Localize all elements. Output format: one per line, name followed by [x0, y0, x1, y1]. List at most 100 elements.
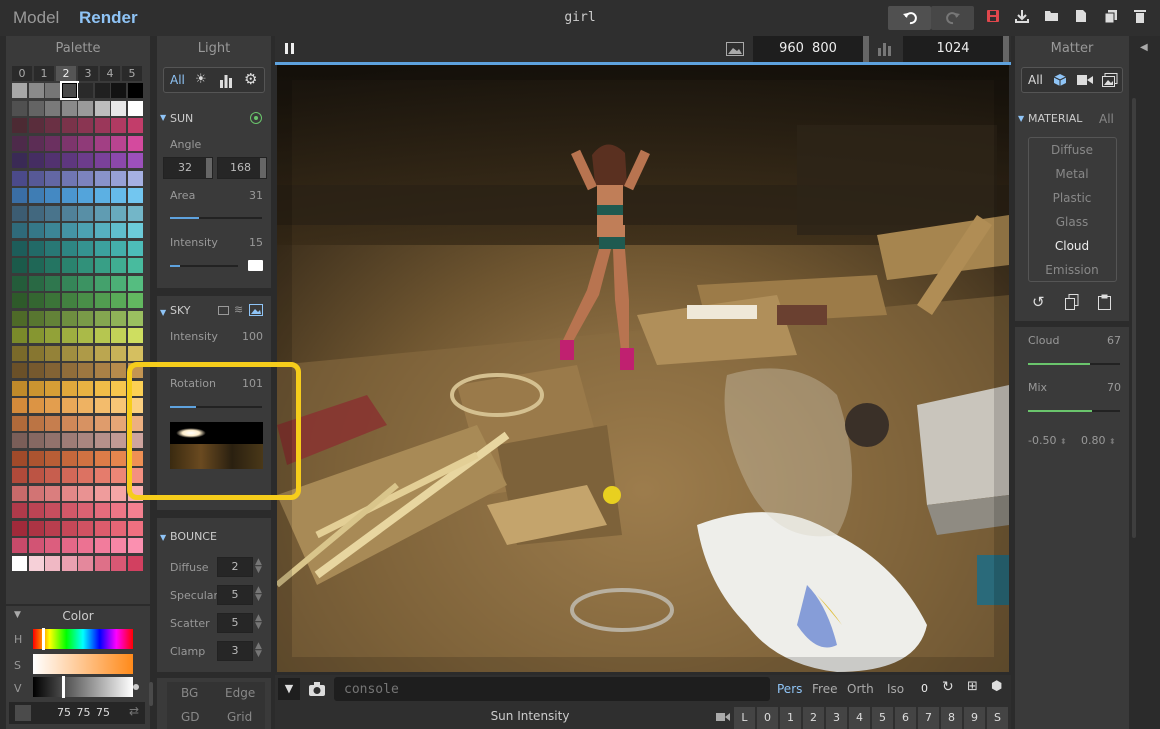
resolution-field[interactable]: 960 800: [753, 36, 863, 62]
palette-swatch[interactable]: [94, 135, 110, 151]
palette-swatch[interactable]: [28, 83, 44, 98]
palette-swatch[interactable]: [28, 520, 44, 536]
palette-swatch[interactable]: [12, 275, 27, 291]
palette-swatch[interactable]: [127, 328, 143, 343]
palette-swatch[interactable]: [61, 450, 77, 466]
palette-swatch[interactable]: [61, 485, 77, 501]
palette-swatch[interactable]: [78, 485, 93, 501]
palette-tab-4[interactable]: 4: [100, 66, 120, 81]
stepper-arrows-icon[interactable]: ▲ ▼: [255, 642, 262, 659]
sun-collapse-icon[interactable]: ▼: [160, 113, 166, 122]
palette-swatch[interactable]: [78, 380, 93, 396]
layer-key-8[interactable]: 8: [941, 707, 962, 729]
palette-swatch[interactable]: [78, 83, 93, 98]
palette-swatch[interactable]: [111, 520, 126, 536]
palette-swatch[interactable]: [28, 398, 44, 413]
palette-swatch[interactable]: [94, 223, 110, 238]
palette-swatch[interactable]: [28, 170, 44, 186]
palette-swatch[interactable]: [78, 135, 93, 151]
palette-swatch[interactable]: [78, 503, 93, 518]
matter-scrollbar[interactable]: [1132, 98, 1136, 538]
samples-field[interactable]: 1024: [903, 36, 1003, 62]
layer-key-L[interactable]: L: [734, 707, 755, 729]
sky-image-icon[interactable]: [249, 304, 263, 316]
console-toggle[interactable]: ▼: [278, 678, 300, 700]
sun-intensity-slider[interactable]: [170, 265, 238, 267]
palette-swatch[interactable]: [111, 450, 126, 466]
palette-swatch[interactable]: [111, 363, 126, 378]
palette-swatch[interactable]: [45, 503, 60, 518]
palette-swatch[interactable]: [111, 205, 126, 221]
palette-swatch[interactable]: [94, 170, 110, 186]
undo-button[interactable]: [888, 6, 931, 30]
palette-swatch[interactable]: [61, 380, 77, 396]
palette-swatch[interactable]: [61, 258, 77, 273]
palette-swatch-selected[interactable]: [59, 81, 79, 100]
palette-swatch[interactable]: [12, 223, 27, 238]
palette-swatch[interactable]: [61, 240, 77, 256]
mode-tab-render[interactable]: Render: [79, 8, 138, 28]
palette-swatch[interactable]: [94, 380, 110, 396]
resolution-handle[interactable]: [863, 36, 869, 62]
palette-swatch[interactable]: [78, 100, 93, 116]
palette-swatch[interactable]: [12, 485, 27, 501]
palette-swatch[interactable]: [111, 555, 126, 571]
palette-swatch[interactable]: [111, 415, 126, 431]
view-pers[interactable]: Pers: [777, 682, 802, 696]
palette-swatch[interactable]: [94, 188, 110, 203]
palette-swatch[interactable]: [12, 503, 27, 518]
redo-button[interactable]: [931, 6, 974, 30]
material-diffuse[interactable]: Diffuse: [1029, 138, 1115, 162]
range-min-field[interactable]: -0.50 ⬍: [1028, 434, 1067, 447]
video-camera-icon[interactable]: [716, 712, 730, 722]
layer-key-1[interactable]: 1: [780, 707, 801, 729]
palette-swatch[interactable]: [12, 345, 27, 361]
camera-icon[interactable]: [308, 681, 326, 697]
palette-swatch[interactable]: [94, 433, 110, 448]
material-collapse-icon[interactable]: ▼: [1018, 114, 1024, 123]
environment-icon[interactable]: [1102, 73, 1118, 87]
palette-swatch[interactable]: [45, 415, 60, 431]
palette-swatch[interactable]: [12, 118, 27, 133]
angle-y-input[interactable]: 168: [217, 157, 267, 179]
pause-icon[interactable]: [285, 43, 288, 54]
palette-swatch[interactable]: [94, 415, 110, 431]
save-button[interactable]: [983, 9, 1003, 29]
palette-swatch[interactable]: [12, 258, 27, 273]
bounce-scatter-input[interactable]: 5: [217, 613, 253, 633]
palette-swatch[interactable]: [127, 310, 143, 326]
layer-key-0[interactable]: 0: [757, 707, 778, 729]
grid-button[interactable]: Grid: [227, 710, 252, 724]
resolution-image-icon[interactable]: [726, 42, 744, 56]
palette-swatch[interactable]: [78, 433, 93, 448]
sky-uniform-icon[interactable]: [218, 306, 229, 315]
palette-swatch[interactable]: [28, 555, 44, 571]
palette-tab-3[interactable]: 3: [78, 66, 98, 81]
palette-swatch[interactable]: [28, 310, 44, 326]
palette-swatch[interactable]: [28, 433, 44, 448]
palette-swatch[interactable]: [45, 223, 60, 238]
palette-swatch[interactable]: [45, 555, 60, 571]
palette-swatch[interactable]: [111, 310, 126, 326]
palette-swatch[interactable]: [111, 538, 126, 553]
palette-swatch[interactable]: [78, 415, 93, 431]
palette-swatch[interactable]: [127, 188, 143, 203]
palette-swatch[interactable]: [61, 328, 77, 343]
palette-swatch[interactable]: [94, 538, 110, 553]
cube-icon[interactable]: ⬢: [991, 679, 1002, 694]
palette-swatch[interactable]: [78, 538, 93, 553]
palette-swatch[interactable]: [78, 170, 93, 186]
bounce-specular-input[interactable]: 5: [217, 585, 253, 605]
palette-swatch[interactable]: [61, 310, 77, 326]
palette-swatch[interactable]: [45, 293, 60, 308]
palette-swatch[interactable]: [45, 468, 60, 483]
duplicate-button[interactable]: [1101, 9, 1121, 29]
palette-swatch[interactable]: [111, 258, 126, 273]
palette-swatch[interactable]: [111, 433, 126, 448]
palette-swatch[interactable]: [61, 170, 77, 186]
palette-swatch[interactable]: [111, 293, 126, 308]
palette-swatch[interactable]: [12, 240, 27, 256]
palette-swatch[interactable]: [94, 240, 110, 256]
palette-swatch[interactable]: [127, 135, 143, 151]
gear-icon[interactable]: ⚙: [244, 70, 257, 88]
